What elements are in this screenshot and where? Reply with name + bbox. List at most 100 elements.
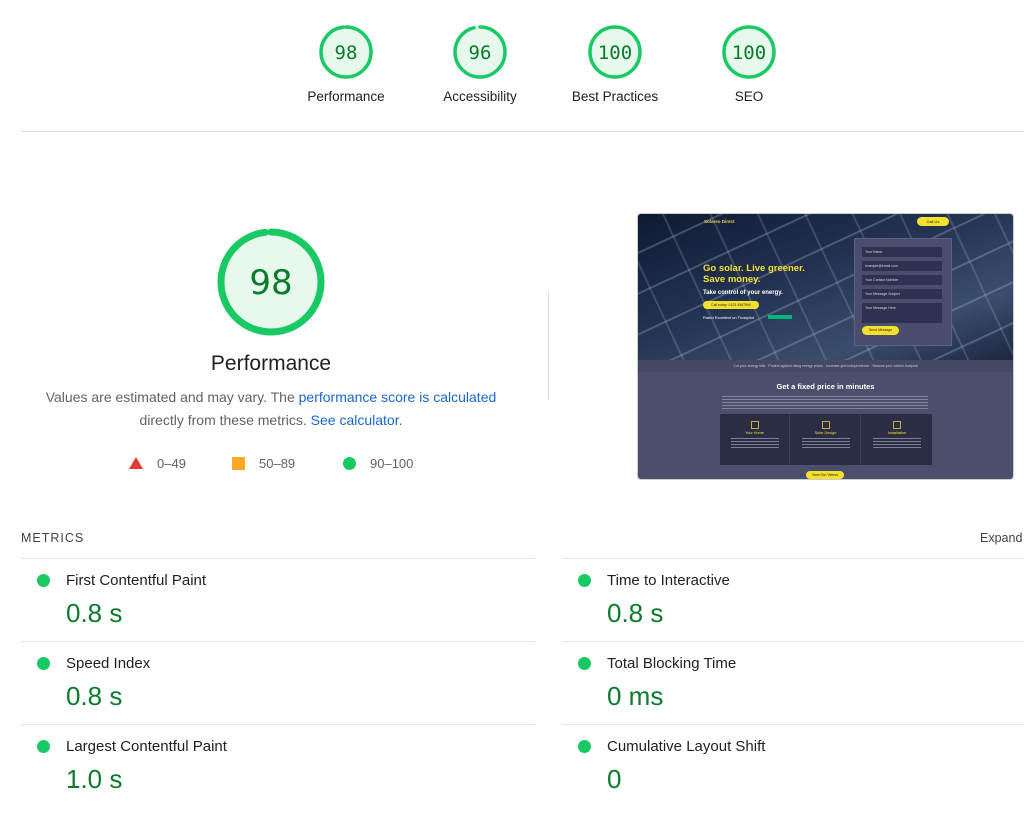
metric-time-to-interactive: Time to Interactive 0.8 s: [562, 558, 1024, 641]
metric-value: 0.8 s: [66, 598, 123, 628]
square-icon: [232, 456, 245, 470]
metric-divider: [562, 558, 1024, 559]
circle-icon: [343, 456, 356, 470]
metric-first-contentful-paint: First Contentful Paint 0.8 s: [21, 558, 535, 641]
legend-pass: 90–100: [343, 454, 413, 472]
preview-section-title: Get a fixed price in minutes: [776, 382, 875, 391]
gauge-ring: 96: [453, 25, 507, 79]
expand-view-toggle[interactable]: Expand view: [980, 531, 1024, 545]
pass-circle-icon: [37, 657, 50, 670]
preview-card: Installation: [862, 414, 932, 465]
metrics-heading: METRICS: [21, 531, 85, 545]
preview-rated: Rated Excellent on Trustpilot: [703, 315, 754, 320]
preview-field: Your Message Here: [862, 303, 942, 323]
preview-headline: Go solar. Live greener. Save money.: [703, 263, 805, 285]
metric-name: Total Blocking Time: [607, 655, 737, 672]
pass-circle-icon: [37, 740, 50, 753]
preview-field: Your Contact Number: [862, 275, 942, 285]
preview-subhead: Take control of your energy.: [703, 290, 783, 296]
metric-divider: [562, 724, 1024, 725]
preview-cta: Call today: 0123 4567890: [703, 301, 759, 309]
preview-card-title: Solar Design: [814, 431, 837, 435]
gauge-accessibility[interactable]: 96 Accessibility: [420, 24, 540, 104]
preview-card-title: Installation: [887, 431, 907, 435]
performance-gauge: 98: [217, 228, 325, 336]
gauge-performance[interactable]: 98 Performance: [286, 24, 406, 104]
preview-card-text: [730, 438, 779, 450]
metric-total-blocking-time: Total Blocking Time 0 ms: [562, 641, 1024, 724]
metric-name: First Contentful Paint: [66, 572, 207, 589]
preview-call-button: Call Us: [917, 217, 949, 226]
metric-divider: [562, 641, 1024, 642]
performance-title: Performance: [210, 352, 332, 375]
metric-divider: [21, 558, 535, 559]
preview-benefits-strip: Cut your energy bills · Protect against …: [638, 360, 1013, 372]
gauge-ring: 100: [588, 25, 642, 79]
pass-circle-icon: [37, 574, 50, 587]
gauge-label: Best Practices: [571, 89, 659, 104]
gauge-score: 98: [335, 42, 358, 64]
triangle-icon: [129, 457, 143, 469]
gauge-seo[interactable]: 100 SEO: [689, 24, 809, 104]
preview-field: Your Message Subject: [862, 289, 942, 299]
preview-field: example@email.com: [862, 261, 942, 271]
metric-value: 0.8 s: [607, 598, 664, 628]
legend-fail: 0–49: [129, 454, 186, 472]
preview-stars: [768, 315, 792, 319]
gauge-ring: 100: [722, 25, 776, 79]
metric-value: 0 ms: [607, 681, 664, 711]
gauge-score: 100: [732, 42, 766, 64]
preview-paragraph: [722, 396, 928, 410]
preview-card-text: [873, 438, 921, 450]
pass-circle-icon: [578, 574, 591, 587]
gauge-label: SEO: [734, 89, 764, 104]
preview-cards: Your Home Solar Design Installation: [720, 414, 932, 465]
gauge-score: 100: [598, 42, 632, 64]
gauge-score: 96: [469, 42, 492, 64]
metric-value: 1.0 s: [66, 764, 123, 794]
preview-view-button: View Our Videos: [806, 471, 844, 479]
gauge-best-practices[interactable]: 100 Best Practices: [555, 24, 675, 104]
description-text: Values are estimated and may vary. The: [45, 389, 299, 405]
preview-card-text: [801, 438, 850, 450]
house-icon: [750, 421, 759, 429]
metric-cumulative-layout-shift: Cumulative Layout Shift 0: [562, 724, 1024, 807]
metric-name: Cumulative Layout Shift: [607, 738, 766, 755]
hero-image: [638, 214, 1013, 360]
final-screenshot[interactable]: Solareo Direct Call Us Go solar. Live gr…: [638, 214, 1013, 479]
legend-pass-label: 90–100: [370, 455, 414, 471]
header-divider: [21, 131, 1024, 132]
metric-divider: [21, 724, 535, 725]
metric-value: 0.8 s: [66, 681, 123, 711]
pass-circle-icon: [578, 740, 591, 753]
performance-score: 98: [249, 263, 292, 303]
legend-fail-label: 0–49: [157, 455, 186, 471]
metric-value: 0: [607, 764, 622, 794]
metric-name: Time to Interactive: [607, 572, 730, 589]
panel-icon: [821, 421, 830, 429]
metric-divider: [21, 641, 535, 642]
pass-circle-icon: [578, 657, 591, 670]
tools-icon: [893, 421, 901, 429]
gauge-ring: 98: [319, 25, 373, 79]
preview-card: Solar Design: [791, 414, 861, 465]
category-gauges: 98 Performance 96 Accessibility 100 Best…: [0, 0, 1024, 132]
see-calculator-link[interactable]: See calculator: [311, 412, 399, 428]
preview-card: Your Home: [720, 414, 790, 465]
preview-send-button: Send Message: [862, 326, 899, 335]
metric-largest-contentful-paint: Largest Contentful Paint 1.0 s: [21, 724, 535, 807]
gauge-label: Accessibility: [443, 89, 517, 104]
preview-card-title: Your Home: [745, 431, 764, 435]
description-text: directly from these metrics.: [139, 412, 311, 428]
metric-name: Largest Contentful Paint: [66, 738, 227, 755]
metric-name: Speed Index: [66, 655, 151, 672]
legend-average: 50–89: [232, 454, 295, 472]
description-text: .: [398, 412, 403, 428]
preview-form: Your Name example@email.com Your Contact…: [854, 238, 952, 346]
legend-average-label: 50–89: [259, 455, 296, 471]
metric-speed-index: Speed Index 0.8 s: [21, 641, 535, 724]
performance-description: Values are estimated and may vary. The p…: [40, 386, 502, 432]
score-calculated-link[interactable]: performance score is calculated: [299, 389, 497, 405]
gauge-label: Performance: [307, 89, 385, 104]
preview-field: Your Name: [862, 247, 942, 257]
